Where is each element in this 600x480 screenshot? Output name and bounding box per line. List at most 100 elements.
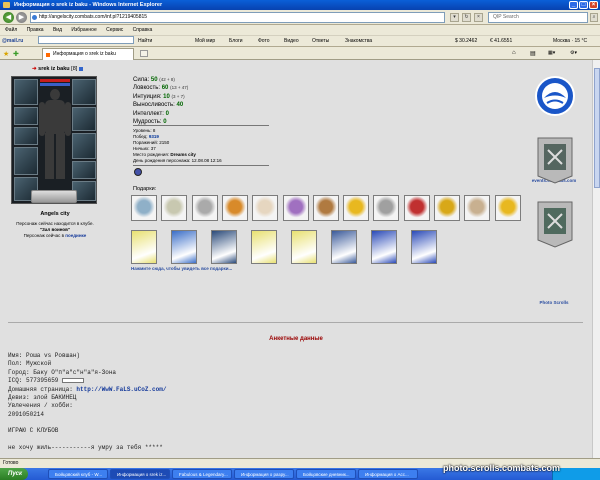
tools-menu-icon[interactable]: ⚙▾	[570, 50, 577, 56]
gift-item[interactable]	[312, 195, 339, 221]
clan-emblem[interactable]	[31, 190, 77, 203]
events-banner-icon[interactable]	[535, 76, 575, 120]
toolbar-link-answers[interactable]: Ответы	[312, 36, 329, 47]
gift-card[interactable]	[251, 230, 277, 264]
slot-helmet[interactable]	[14, 79, 38, 105]
close-button[interactable]: ×	[589, 1, 598, 9]
task-3[interactable]: Fabulous & Legendary...	[172, 469, 232, 479]
profile-motto: Девиз: злой БАКИНЕЦ	[8, 394, 77, 402]
toolbar-search-input[interactable]	[38, 36, 134, 44]
task-6[interactable]: Информация о Acc...	[358, 469, 418, 479]
gift-card[interactable]	[131, 230, 157, 264]
task-5[interactable]: Бойцовские дневник...	[296, 469, 356, 479]
print-icon[interactable]: ▤	[530, 50, 536, 57]
gift-card[interactable]	[291, 230, 317, 264]
gift-item[interactable]	[131, 195, 157, 221]
gift-item[interactable]	[403, 195, 430, 221]
page-menu-icon[interactable]: ▦▾	[548, 50, 555, 56]
favorites-star-icon[interactable]: ★	[3, 50, 9, 58]
menu-view[interactable]: Вид	[53, 27, 62, 33]
task-1[interactable]: Бойцовский клуб - W...	[48, 469, 108, 479]
menu-edit[interactable]: Правка	[27, 27, 44, 33]
task-4[interactable]: Информация о разру...	[234, 469, 294, 479]
gift-card[interactable]	[171, 230, 197, 264]
profile-sex: Пол: Мужской	[8, 360, 52, 368]
toolbar-link-mymir[interactable]: Мой мир	[195, 36, 215, 47]
battle-link[interactable]: поединке	[65, 233, 86, 238]
back-icon[interactable]: ◀	[3, 12, 14, 23]
profile-name: Имя: Роша vs Ровшан)	[8, 352, 81, 359]
stat-endurance: Выносливость: 40	[133, 102, 184, 109]
gift-item[interactable]	[221, 195, 248, 221]
all-gifts-link[interactable]: Нажмите сюда, чтобы увидеть все подарки.…	[131, 266, 232, 271]
gift-card[interactable]	[411, 230, 437, 264]
gift-item[interactable]	[373, 195, 400, 221]
homepage-link[interactable]: http://WwW.FaLS.uCoZ.com/	[76, 386, 166, 393]
gift-item[interactable]	[464, 195, 491, 221]
forward-icon[interactable]: ▶	[16, 12, 27, 23]
search-icon[interactable]: ⌕	[590, 13, 598, 22]
menu-favorites[interactable]: Избранное	[71, 27, 96, 33]
slot-gloves[interactable]	[72, 107, 96, 131]
usd-rate: $ 30.2462	[455, 38, 478, 44]
stats-divider	[133, 125, 269, 126]
add-favorite-icon[interactable]: ✚	[13, 50, 19, 58]
photo-scrolls-banner-link[interactable]: Photo Scrolls	[516, 300, 592, 305]
menu-tools[interactable]: Сервис	[106, 27, 123, 33]
search-placeholder: QIP Search	[493, 14, 519, 20]
slot-shield[interactable]	[72, 133, 96, 159]
gift-item[interactable]	[282, 195, 309, 221]
scrollbar-thumb[interactable]	[594, 68, 600, 188]
gift-item[interactable]	[161, 195, 188, 221]
scrolls-banner-icon[interactable]	[535, 136, 575, 184]
slot-weapon[interactable]	[14, 147, 38, 175]
mana-bar	[40, 83, 70, 86]
home-icon[interactable]: ⌂	[512, 50, 516, 56]
menu-file[interactable]: Файл	[5, 27, 17, 33]
profile-hobby: Увлечения / хобби:	[8, 402, 73, 410]
mailru-toolbar: @mail.ru Найти Мой мир Блоги Фото Видео …	[0, 35, 600, 47]
slot-bracer[interactable]	[72, 79, 96, 105]
toolbar-link-photo[interactable]: Фото	[258, 36, 270, 47]
toolbar-find-button[interactable]: Найти	[138, 36, 152, 47]
gift-item[interactable]	[252, 195, 279, 221]
toolbar-link-dating[interactable]: Знакомства	[345, 36, 372, 47]
stop-icon[interactable]: ×	[474, 13, 483, 22]
mailru-logo[interactable]: @mail.ru	[2, 36, 23, 47]
page-scrollbar[interactable]	[592, 60, 600, 458]
refresh-icon[interactable]: ↻	[462, 13, 471, 22]
info-icon[interactable]	[78, 66, 83, 71]
page-content: ➜ srek iz baku [8] Angels city Персонаж …	[0, 60, 600, 458]
new-tab-icon[interactable]	[140, 50, 148, 57]
gift-item[interactable]	[434, 195, 460, 221]
arrow-icon: ➜	[32, 66, 37, 72]
gift-card[interactable]	[211, 230, 237, 264]
start-button[interactable]: Пуск	[0, 468, 28, 480]
url-input[interactable]: http://angelscity.combats.com/inf.pl?121…	[30, 12, 445, 23]
toolbar-link-blogs[interactable]: Блоги	[229, 36, 243, 47]
ie-icon	[3, 2, 10, 8]
profile-title: Анкетные данные	[269, 336, 323, 342]
stat-intuition: Интуиция: 10 (3 + 7)	[133, 93, 185, 100]
gift-item[interactable]	[343, 195, 370, 221]
gift-card[interactable]	[371, 230, 397, 264]
toolbar-link-video[interactable]: Видео	[284, 36, 299, 47]
hp-bar	[40, 79, 70, 82]
gift-item[interactable]	[494, 195, 521, 221]
slot-belt[interactable]	[72, 161, 96, 179]
search-input[interactable]: QIP Search	[488, 12, 588, 23]
menu-help[interactable]: Справка	[133, 27, 153, 33]
maximize-button[interactable]: □	[579, 1, 588, 9]
dropdown-icon[interactable]: ▾	[450, 13, 459, 22]
align-emblem-icon[interactable]	[134, 168, 142, 176]
photo-scrolls-banner-icon[interactable]	[535, 200, 575, 248]
window-title: Информация о srek iz baku - Windows Inte…	[14, 2, 163, 8]
task-2[interactable]: Информация о srek iz...	[110, 469, 170, 479]
minimize-button[interactable]: _	[569, 1, 578, 9]
gift-card[interactable]	[331, 230, 357, 264]
slot-amulet[interactable]	[14, 127, 38, 145]
stat-agility: Ловкость: 60 (13 + 47)	[133, 85, 189, 92]
slot-earrings[interactable]	[14, 107, 38, 125]
gift-item[interactable]	[191, 195, 218, 221]
tab-current[interactable]: Информация о srek iz baku	[42, 48, 134, 60]
